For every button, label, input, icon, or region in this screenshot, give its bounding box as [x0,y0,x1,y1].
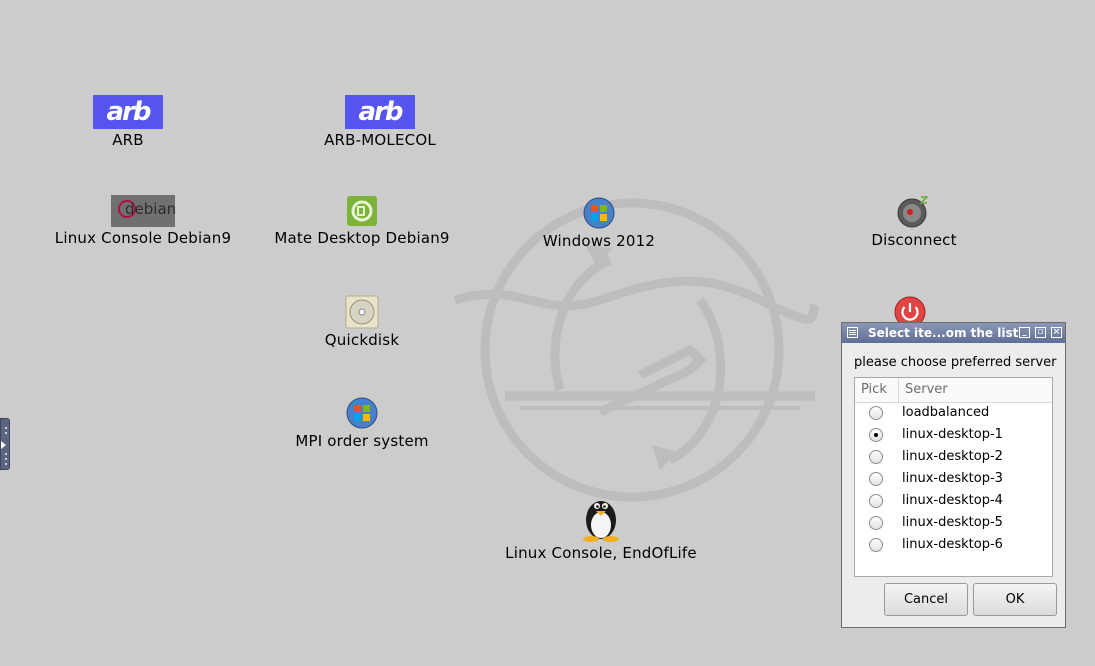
icon-label: Linux Console Debian9 [54,229,232,247]
icon-label: MPI order system [295,432,429,450]
list-item[interactable]: linux-desktop-2 [855,447,1052,469]
server-radio[interactable] [869,538,883,552]
desktop-icon-mate-desktop-debian9[interactable]: Mate Desktop Debian9 [262,195,462,247]
server-radio[interactable] [869,494,883,508]
desktop-icon-linux-console-eol[interactable]: Linux Console, EndOfLife [495,492,707,562]
column-header-pick[interactable]: Pick [861,382,887,397]
server-radio[interactable] [869,406,883,420]
dialog-prompt: please choose preferred server [854,355,1057,370]
disk-icon [345,295,379,329]
desktop-icon-mpi-order-system[interactable]: MPI order system [280,396,444,450]
list-item[interactable]: linux-desktop-4 [855,491,1052,513]
cancel-button[interactable]: Cancel [884,583,968,616]
column-header-server[interactable]: Server [905,382,948,397]
debian-logo-icon: debian [111,195,176,227]
server-radio[interactable] [869,450,883,464]
server-name: loadbalanced [902,405,990,420]
desktop-icon-arb[interactable]: arb ARB [88,95,168,149]
icon-label: Mate Desktop Debian9 [274,229,450,247]
icon-label: ARB [112,131,144,149]
windows-logo-icon [583,197,615,229]
server-name: linux-desktop-6 [902,537,1003,552]
arb-logo-icon: arb [93,95,163,129]
server-name: linux-desktop-3 [902,471,1003,486]
arb-logo-icon: arb [345,95,415,129]
server-radio[interactable] [869,428,883,442]
list-header: Pick Server [855,378,1052,403]
list-item[interactable]: linux-desktop-3 [855,469,1052,491]
server-radio[interactable] [869,472,883,486]
icon-label: Windows 2012 [542,232,656,250]
icon-label: Linux Console, EndOfLife [505,544,697,562]
list-item[interactable]: linux-desktop-1 [855,425,1052,447]
desktop-icon-linux-console-debian9[interactable]: debian Linux Console Debian9 [40,195,246,247]
desktop-icon-windows-2012[interactable]: Windows 2012 [530,196,668,250]
icon-label: Disconnect [871,231,957,249]
desktop-icon-quickdisk[interactable]: Quickdisk [300,295,424,349]
dialog-titlebar[interactable]: Select ite...om the list _ ▫ × [842,323,1065,343]
window-menu-icon[interactable] [847,327,858,338]
maximize-icon[interactable]: ▫ [1035,327,1046,338]
tux-penguin-icon [583,501,619,542]
icon-label: Quickdisk [324,331,400,349]
mate-logo-icon [347,196,377,226]
ok-button[interactable]: OK [973,583,1057,616]
icon-label: ARB-MOLECOL [324,131,436,149]
select-server-dialog: Select ite...om the list _ ▫ × please ch… [841,322,1066,628]
list-item[interactable]: linux-desktop-5 [855,513,1052,535]
dialog-title: Select ite...om the list [868,326,1019,340]
server-radio[interactable] [869,516,883,530]
server-list: Pick Server loadbalanced linux-desktop-1 l… [854,377,1053,577]
side-panel-handle[interactable] [0,418,10,470]
server-name: linux-desktop-2 [902,449,1003,464]
server-name: linux-desktop-1 [902,427,1003,442]
desktop-icon-arb-molecol[interactable]: arb ARB-MOLECOL [310,95,450,149]
disconnect-icon [897,196,929,228]
expand-arrow-icon [1,441,6,449]
server-name: linux-desktop-5 [902,515,1003,530]
server-name: linux-desktop-4 [902,493,1003,508]
close-icon[interactable]: × [1051,327,1062,338]
list-item[interactable]: linux-desktop-6 [855,535,1052,557]
windows-logo-icon [346,397,378,429]
list-item[interactable]: loadbalanced [855,403,1052,425]
desktop-icon-disconnect[interactable]: Disconnect [858,195,970,249]
minimize-icon[interactable]: _ [1019,327,1030,338]
